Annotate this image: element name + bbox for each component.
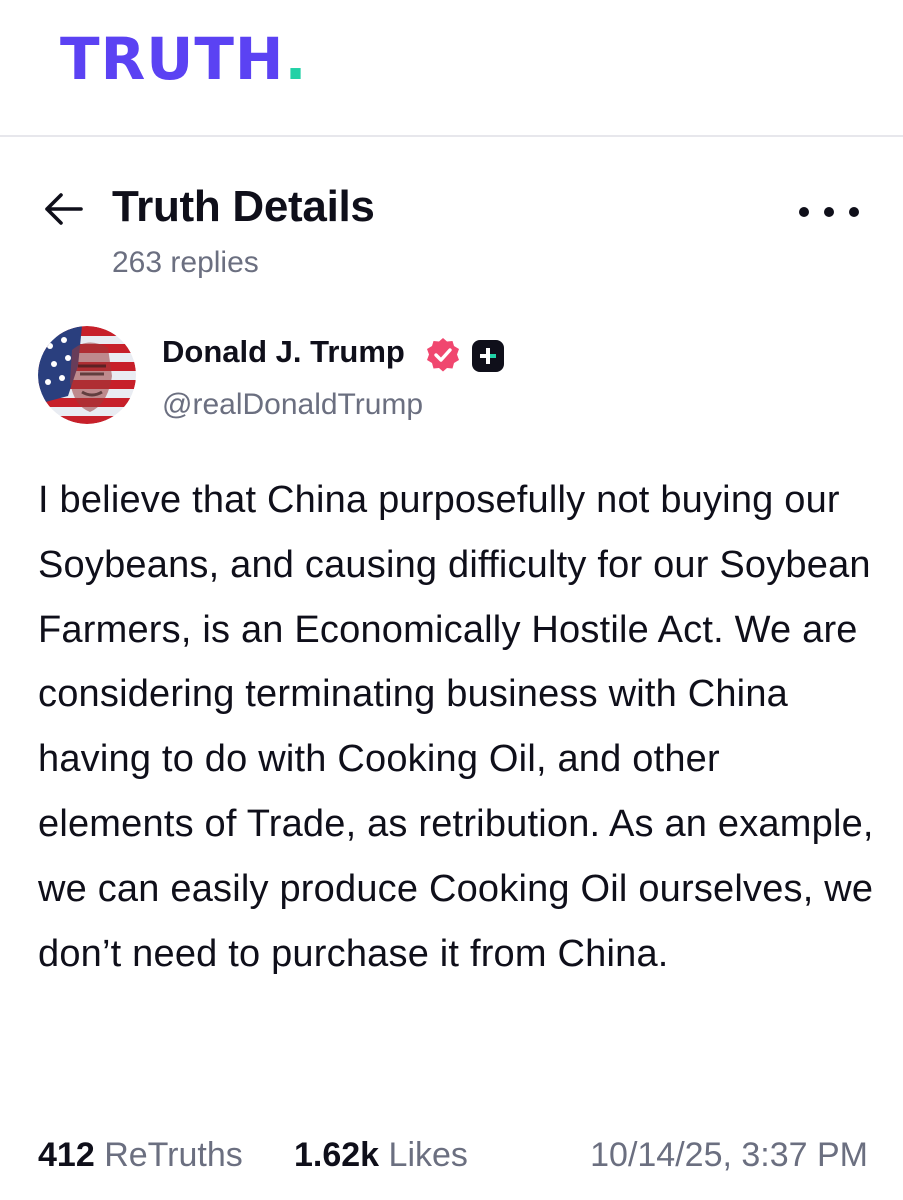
author-name[interactable]: Donald J. Trump [162,334,405,370]
more-options-button[interactable] [799,192,859,232]
post-text: I believe that China purposefully not bu… [38,479,874,975]
top-bar: TRUTH. [0,0,903,137]
plus-icon [480,348,496,364]
author-handle[interactable]: @realDonaldTrump [162,388,423,422]
likes-count: 1.62k [294,1136,380,1174]
back-button[interactable] [38,184,88,234]
truth-logo[interactable]: TRUTH. [60,30,307,88]
page-title: Truth Details [112,182,375,231]
arrow-left-icon [45,193,83,225]
post-stats: 412 ReTruths 1.62k Likes 10/14/25, 3:37 … [38,1136,868,1182]
page-header: Truth Details 263 replies [0,170,903,290]
retruths-label: ReTruths [104,1136,243,1174]
more-dot-icon [849,207,859,217]
verified-badge-icon [427,338,459,372]
replies-count[interactable]: 263 replies [112,246,259,280]
logo-text: TRUTH [60,25,285,93]
author-row: Donald J. Trump @realDonaldTrump [38,326,868,426]
avatar[interactable] [38,326,136,424]
logo-dot: . [284,25,308,93]
retruths-stat[interactable]: 412 ReTruths [38,1136,243,1175]
post-timestamp: 10/14/25, 3:37 PM [590,1136,868,1174]
likes-stat[interactable]: 1.62k Likes [294,1136,468,1175]
more-dot-icon [799,207,809,217]
plus-badge-icon [472,340,504,372]
avatar-image [38,326,136,424]
retruths-count: 412 [38,1136,95,1174]
likes-label: Likes [388,1136,468,1174]
more-dot-icon [824,207,834,217]
